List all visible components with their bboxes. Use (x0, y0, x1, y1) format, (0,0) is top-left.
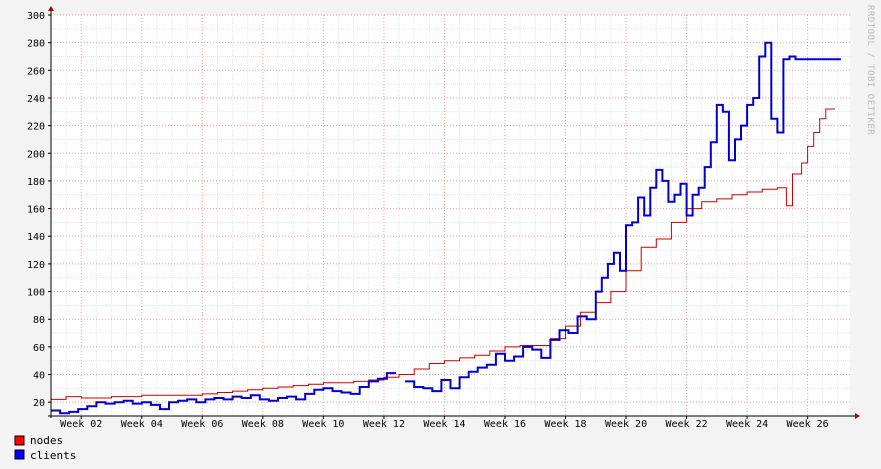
x-tick-label: Week 24 (726, 419, 768, 430)
x-tick-label: Week 04 (121, 419, 163, 430)
legend-label-clients: clients (30, 449, 76, 462)
plot-area (51, 15, 850, 416)
x-tick-label: Week 22 (665, 419, 707, 430)
y-tick-label: 140 (27, 232, 45, 243)
y-tick-label: 280 (27, 39, 45, 50)
watermark: RRDTOOL / TOBI OETIKER (865, 5, 875, 135)
x-tick-label: Week 02 (60, 419, 102, 430)
x-tick-label: Week 16 (484, 419, 526, 430)
y-tick-label: 160 (27, 205, 45, 216)
y-tick-label: 200 (27, 149, 45, 160)
legend-swatch-clients (14, 449, 25, 460)
legend-swatch-nodes (14, 435, 25, 446)
x-tick-label: Week 26 (787, 419, 829, 430)
rrd-chart: 20 40 60 80 100 120 140 160 180 200 220 240 260 280 30… (0, 0, 881, 469)
y-tick-label: 120 (27, 260, 45, 271)
y-tick-label: 20 (33, 398, 45, 409)
y-tick-label: 220 (27, 122, 45, 133)
x-tick-label: Week 08 (242, 419, 284, 430)
x-tick-label: Week 14 (423, 419, 465, 430)
y-tick-label: 40 (33, 371, 45, 382)
y-tick-label: 100 (27, 288, 45, 299)
y-tick-label: 180 (27, 177, 45, 188)
y-tick-label: 60 (33, 343, 45, 354)
x-tick-label: Week 10 (302, 419, 344, 430)
legend-label-nodes: nodes (30, 434, 63, 447)
y-tick-label: 300 (27, 11, 45, 22)
x-tick-label: Week 12 (363, 419, 405, 430)
x-tick-label: Week 06 (181, 419, 223, 430)
x-tick-label: Week 20 (605, 419, 647, 430)
y-tick-label: 80 (33, 315, 45, 326)
y-tick-label: 240 (27, 94, 45, 105)
x-tick-label: Week 18 (544, 419, 586, 430)
y-tick-label: 260 (27, 66, 45, 77)
